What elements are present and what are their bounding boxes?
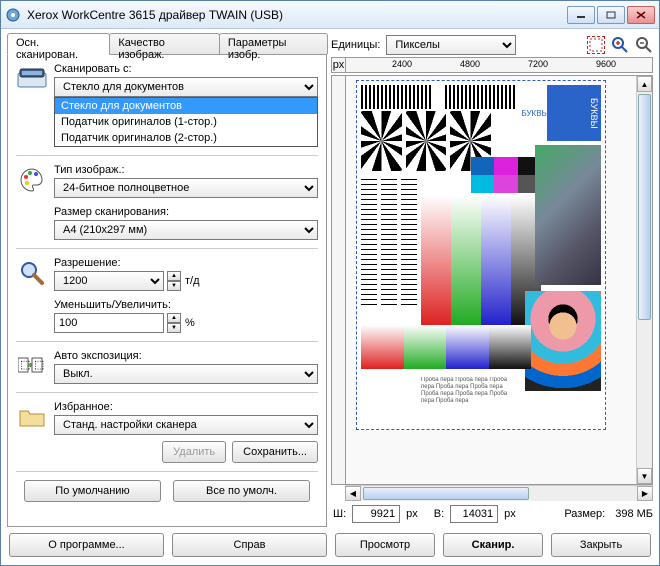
scrollbar-vertical[interactable]: ▲ ▼ (636, 76, 652, 484)
scan-from-dropdown-list: Стекло для документов Податчик оригинало… (54, 97, 318, 147)
resolution-select[interactable]: 1200 (54, 271, 164, 291)
units-select[interactable]: Пикселы (386, 35, 516, 55)
image-type-label: Тип изображ.: (54, 164, 318, 176)
zoom-out-icon[interactable] (635, 36, 653, 54)
scan-from-label: Сканировать с: (54, 63, 318, 75)
app-icon (5, 7, 21, 23)
selection-tool-icon[interactable] (587, 36, 605, 54)
scan-button[interactable]: Сканир. (443, 533, 543, 557)
favorites-select[interactable]: Станд. настройки сканера (54, 415, 318, 435)
about-button[interactable]: О программе... (9, 533, 164, 557)
preview-canvas[interactable]: БУКВЫ БУКВЫ (346, 76, 636, 484)
scan-size-select[interactable]: A4 (210x297 мм) (54, 220, 318, 240)
palette-icon (16, 164, 48, 196)
scan-from-option-feeder1[interactable]: Податчик оригиналов (1-стор.) (55, 114, 317, 130)
resolution-unit: т/д (185, 275, 200, 287)
preview-page: БУКВЫ БУКВЫ (356, 80, 606, 430)
close-button[interactable] (627, 6, 655, 24)
favorites-save-button[interactable]: Сохранить... (232, 441, 318, 463)
favorites-label: Избранное: (54, 401, 318, 413)
magnifier-icon (16, 257, 48, 289)
window-title: Xerox WorkCentre 3615 драйвер TWAIN (USB… (27, 8, 567, 22)
exposure-icon: ⬚⬚ (16, 350, 48, 382)
zoom-unit: % (185, 317, 195, 329)
units-label: Единицы: (331, 39, 380, 51)
zoom-spin-up[interactable]: ▲ (167, 313, 181, 323)
scan-size-label: Размер сканирования: (54, 206, 318, 218)
favorites-delete-button[interactable]: Удалить (162, 441, 226, 463)
size-label: Размер: (564, 508, 605, 520)
resolution-spin-down[interactable]: ▼ (167, 281, 181, 291)
resolution-spin-up[interactable]: ▲ (167, 271, 181, 281)
width-label: Ш: (333, 508, 346, 520)
width-unit: px (406, 508, 418, 520)
zoom-spin-down[interactable]: ▼ (167, 323, 181, 333)
tab-params[interactable]: Параметры изобр. (219, 33, 328, 54)
maximize-button[interactable] (597, 6, 625, 24)
help-button[interactable]: Справ (172, 533, 327, 557)
size-value: 398 МБ (615, 508, 653, 520)
height-label: В: (434, 508, 444, 520)
scrollbar-horizontal[interactable]: ◀ ▶ (345, 485, 653, 501)
resolution-label: Разрешение: (54, 257, 318, 269)
preview-button[interactable]: Просмотр (335, 533, 435, 557)
width-value[interactable] (352, 505, 400, 523)
ruler-horizontal: px 2400 4800 7200 9600 (331, 57, 653, 73)
titlebar: Xerox WorkCentre 3615 драйвер TWAIN (USB… (1, 1, 659, 29)
scanner-icon (16, 63, 48, 95)
scan-from-option-feeder2[interactable]: Податчик оригиналов (2-стор.) (55, 130, 317, 146)
default-button[interactable]: По умолчанию (24, 480, 161, 502)
height-unit: px (504, 508, 516, 520)
scan-from-select[interactable]: Стекло для документов (54, 77, 318, 97)
scan-from-option-glass[interactable]: Стекло для документов (55, 98, 317, 114)
minimize-button[interactable] (567, 6, 595, 24)
zoom-input[interactable] (54, 313, 164, 333)
zoom-in-icon[interactable] (611, 36, 629, 54)
tab-quality[interactable]: Качество изображ. (109, 33, 219, 54)
all-default-button[interactable]: Все по умолч. (173, 480, 310, 502)
folder-icon (16, 401, 48, 433)
tab-main[interactable]: Осн. сканирован. (7, 33, 110, 55)
auto-exposure-select[interactable]: Выкл. (54, 364, 318, 384)
height-value[interactable] (450, 505, 498, 523)
auto-exposure-label: Авто экспозиция: (54, 350, 318, 362)
svg-text:⬚: ⬚ (34, 359, 44, 371)
image-type-select[interactable]: 24-битное полноцветное (54, 178, 318, 198)
tabs: Осн. сканирован. Качество изображ. Парам… (7, 33, 327, 55)
ruler-vertical (332, 76, 346, 484)
zoom-label: Уменьшить/Увеличить: (54, 299, 318, 311)
close-dialog-button[interactable]: Закрыть (551, 533, 651, 557)
